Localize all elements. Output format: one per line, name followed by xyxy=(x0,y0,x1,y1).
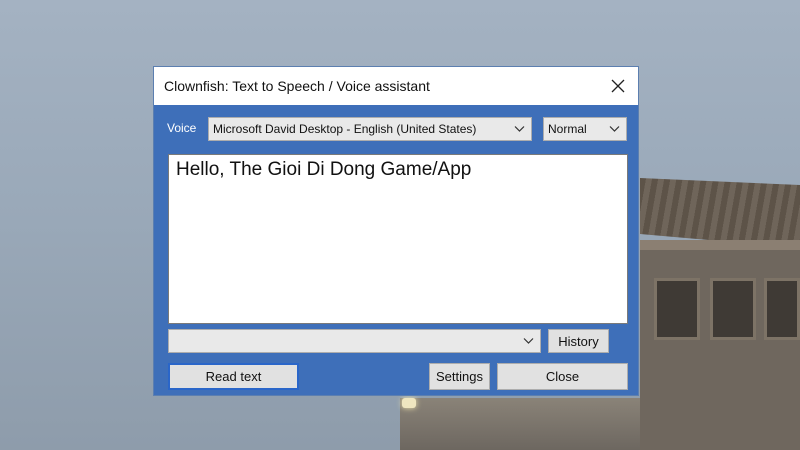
background-lamp xyxy=(402,398,416,408)
text-input-value: Hello, The Gioi Di Dong Game/App xyxy=(176,159,472,180)
settings-button[interactable]: Settings xyxy=(429,363,490,390)
background-window xyxy=(710,278,756,340)
window-title: Clownfish: Text to Speech / Voice assist… xyxy=(164,78,430,94)
background-building xyxy=(400,398,640,450)
rate-select-value: Normal xyxy=(548,122,587,136)
rate-select[interactable]: Normal xyxy=(543,117,627,141)
background-window xyxy=(654,278,700,340)
text-input-area[interactable]: Hello, The Gioi Di Dong Game/App xyxy=(168,154,628,324)
read-text-button[interactable]: Read text xyxy=(168,363,299,390)
title-bar[interactable]: Clownfish: Text to Speech / Voice assist… xyxy=(154,67,638,105)
close-icon xyxy=(611,79,625,93)
background-window xyxy=(764,278,800,340)
background-eave xyxy=(640,240,800,250)
background-roof xyxy=(640,178,800,248)
voice-select[interactable]: Microsoft David Desktop - English (Unite… xyxy=(208,117,532,141)
chevron-down-icon xyxy=(514,126,525,132)
chevron-down-icon xyxy=(523,338,534,344)
history-button[interactable]: History xyxy=(548,329,609,353)
history-select[interactable] xyxy=(168,329,541,353)
chevron-down-icon xyxy=(609,126,620,132)
window-close-button[interactable] xyxy=(598,67,638,105)
voice-label: Voice xyxy=(167,121,197,135)
close-button[interactable]: Close xyxy=(497,363,628,390)
background-house xyxy=(640,178,800,450)
voice-select-value: Microsoft David Desktop - English (Unite… xyxy=(213,122,477,136)
tts-window: Clownfish: Text to Speech / Voice assist… xyxy=(153,66,639,396)
